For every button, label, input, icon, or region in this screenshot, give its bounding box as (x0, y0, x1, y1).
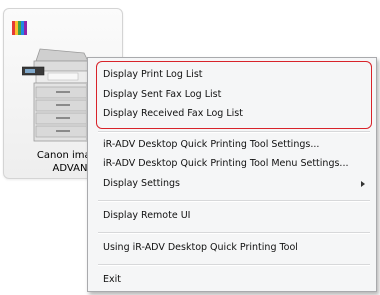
menu-item-exit[interactable]: Exit (103, 270, 368, 290)
menu-item-display-sent-fax-log[interactable]: Display Sent Fax Log List (103, 85, 368, 105)
menu-item-tool-menu-settings[interactable]: iR-ADV Desktop Quick Printing Tool Menu … (103, 154, 368, 174)
menu-separator (98, 232, 370, 234)
menu-separator (98, 264, 370, 266)
menu-item-tool-settings[interactable]: iR-ADV Desktop Quick Printing Tool Setti… (103, 135, 368, 155)
menu-item-display-print-log[interactable]: Display Print Log List (103, 65, 368, 85)
menu-item-display-settings[interactable]: Display Settings (103, 174, 368, 194)
menu-item-label: Display Settings (103, 178, 181, 189)
menu-item-display-received-fax-log[interactable]: Display Received Fax Log List (103, 104, 368, 124)
menu-separator (98, 200, 370, 202)
menu-item-display-remote-ui[interactable]: Display Remote UI (103, 206, 368, 226)
submenu-arrow-icon (361, 181, 365, 187)
context-menu: Display Print Log List Display Sent Fax … (87, 57, 377, 292)
menu-item-using-tool[interactable]: Using iR-ADV Desktop Quick Printing Tool (103, 238, 368, 258)
menu-separator (98, 131, 370, 133)
color-badge-icon (12, 21, 27, 35)
